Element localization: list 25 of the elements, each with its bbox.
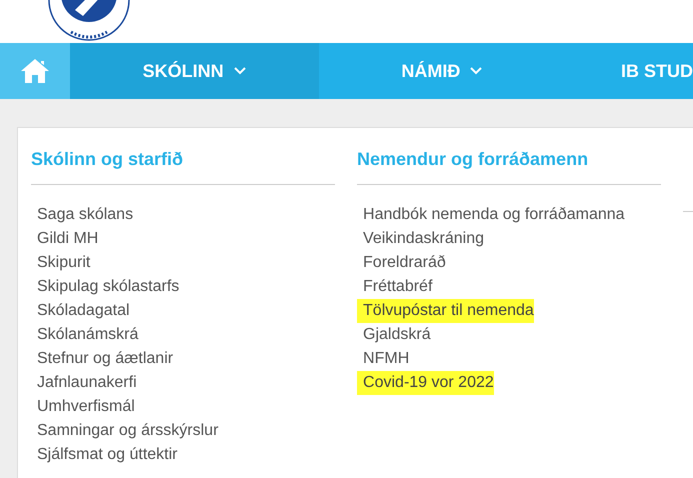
- menu-link[interactable]: Skólanámskrá: [31, 323, 138, 347]
- menu-link[interactable]: Gildi MH: [31, 227, 98, 251]
- column-heading: Nemendur og forráðamenn: [357, 149, 662, 185]
- menu-link[interactable]: Handbók nemenda og forráðamanna: [357, 203, 625, 227]
- menu-link[interactable]: NFMH: [357, 347, 410, 371]
- home-button[interactable]: [0, 43, 70, 99]
- menu-link[interactable]: Veikindaskráning: [357, 227, 484, 251]
- menu-link[interactable]: Stefnur og áætlanir: [31, 347, 174, 371]
- menu-link[interactable]: Skipurit: [31, 251, 90, 275]
- menu-link[interactable]: Saga skólans: [31, 203, 134, 227]
- chevron-icon: [234, 67, 246, 75]
- home-icon: [20, 58, 50, 84]
- menu-link[interactable]: Gjaldskrá: [357, 323, 431, 347]
- column-heading: Skólinn og starfið: [31, 149, 336, 185]
- menu-link[interactable]: Umhverfismál: [31, 395, 135, 419]
- menu-link[interactable]: Skóladagatal: [31, 299, 130, 323]
- menu-link[interactable]: Sjálfsmat og úttektir: [31, 443, 178, 467]
- menu-link[interactable]: Fréttabréf: [357, 275, 432, 299]
- menu-link[interactable]: Skipulag skólastarfs: [31, 275, 180, 299]
- menu-link[interactable]: Jafnlaunakerfi: [31, 371, 137, 395]
- menu-link[interactable]: Samningar og ársskýrslur: [31, 419, 218, 443]
- menu-link[interactable]: Foreldraráð: [357, 251, 446, 275]
- menu-link[interactable]: Covid-19 vor 2022: [357, 371, 494, 395]
- menu-link[interactable]: Tölvupóstar til nemenda: [357, 299, 534, 323]
- chevron-icon: [470, 67, 482, 75]
